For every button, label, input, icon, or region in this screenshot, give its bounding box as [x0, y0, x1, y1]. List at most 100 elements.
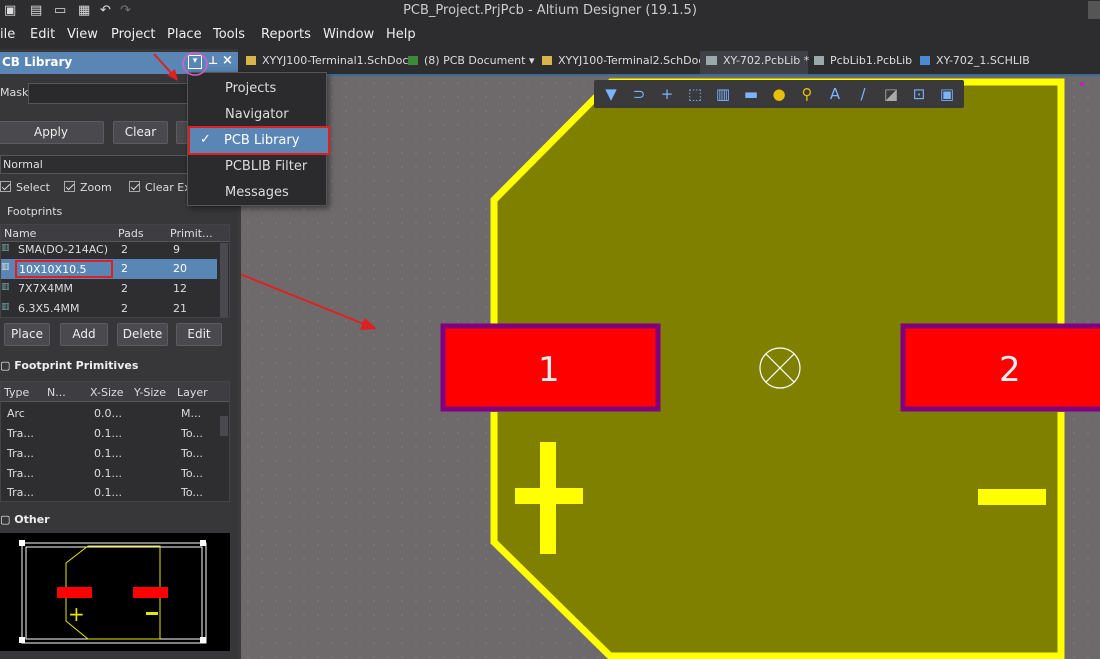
close-icon[interactable]: × [222, 53, 233, 68]
footprint-row[interactable]: ▥ SMA(DO-214AC) 2 9 [1, 240, 217, 260]
annotation-arrow [241, 273, 370, 327]
snapshot-icon[interactable]: ▣ [938, 85, 956, 103]
section-title: Footprint Primitives [14, 359, 139, 372]
add-button[interactable]: Add [60, 323, 108, 346]
menu-reports[interactable]: Reports [261, 27, 311, 42]
footprint-name: 7X7X4MM [18, 282, 74, 295]
annotation-overlay [153, 52, 208, 81]
menu-item-pcb-library[interactable]: ✓ PCB Library [188, 126, 330, 155]
apply-button[interactable]: Apply [0, 121, 104, 144]
schlib-icon [920, 56, 930, 65]
delete-button[interactable]: Delete [117, 323, 168, 346]
clear-existing-checkbox[interactable]: Clear Ex [129, 181, 187, 194]
tab-label: (8) PCB Document [424, 54, 526, 67]
primitive-row[interactable]: Tra... 0.1... To... [1, 424, 217, 444]
other-section[interactable]: ▢ Other [0, 513, 50, 526]
window-control[interactable] [1088, 1, 1100, 19]
checkbox-label: Zoom [80, 181, 112, 194]
tab-pcb-document[interactable]: (8) PCB Document ▾ [408, 54, 534, 67]
zoom-checkbox[interactable]: Zoom [64, 181, 112, 194]
tab-pcblib1[interactable]: PcbLib1.PcbLib [814, 54, 912, 67]
column-header[interactable]: Pads [118, 227, 144, 240]
column-header[interactable]: X-Size [90, 386, 124, 399]
menu-project[interactable]: Project [111, 27, 155, 42]
primitive-xsize: 0.1... [94, 467, 122, 480]
document-tabs: XYYJ100-Terminal1.SchDoc (8) PCB Documen… [238, 49, 1100, 76]
footprint-row[interactable]: ▥ 6.3X5.4MM 2 21 [1, 299, 217, 319]
preview-graphic: + [19, 540, 207, 644]
footprint-icon: ▥ [1, 243, 10, 253]
column-header[interactable]: Name [4, 227, 36, 240]
footprint-scrollbar[interactable] [220, 243, 228, 317]
primitive-row[interactable]: Tra... 0.1... To... [1, 483, 217, 503]
pcblib-icon [706, 56, 717, 65]
menu-view[interactable]: View [67, 27, 98, 42]
edit-button[interactable]: Edit [176, 323, 222, 346]
region-icon[interactable]: ◪ [882, 85, 900, 103]
primitive-layer: To... [181, 486, 203, 499]
pcbdoc-icon [408, 56, 418, 65]
footprint-preview[interactable]: + [0, 533, 230, 651]
schdoc-icon [246, 56, 256, 65]
crosshair-icon[interactable]: + [658, 85, 676, 103]
primitives-scrollbar[interactable] [220, 416, 228, 436]
primitive-layer: To... [181, 447, 203, 460]
tab-terminal2[interactable]: XYYJ100-Terminal2.SchDoc [542, 54, 704, 67]
menu-bar: ile Edit View Project Place Tools Report… [0, 22, 1100, 49]
mask-label: Mask [0, 86, 29, 99]
primitive-xsize: 0.1... [94, 447, 122, 460]
menu-item-navigator[interactable]: Navigator [189, 104, 326, 126]
pad-icon[interactable]: ● [770, 85, 788, 103]
primitive-row[interactable]: Arc 0.0... M... [1, 404, 217, 424]
footprint-icon: ▥ [1, 282, 10, 292]
filter-icon[interactable]: ▼ [602, 85, 620, 103]
primitive-row[interactable]: Tra... 0.1... To... [1, 444, 217, 464]
checkbox-label: Clear Ex [145, 181, 187, 194]
table-header: Type N... X-Size Y-Size Layer [1, 382, 229, 402]
component-icon[interactable]: ▬ [742, 85, 760, 103]
select-rect-icon[interactable]: ⬚ [686, 85, 704, 103]
tab-xy702-pcblib[interactable]: XY-702.PcbLib * [700, 51, 809, 74]
panels-dropdown: Projects Navigator ✓ PCB Library PCBLIB … [187, 72, 330, 206]
column-header[interactable]: Y-Size [134, 386, 166, 399]
footprint-pads: 2 [121, 243, 128, 256]
primitive-layer: M... [181, 407, 201, 420]
menu-window[interactable]: Window [323, 27, 374, 42]
column-header[interactable]: N... [47, 386, 66, 399]
menu-tools[interactable]: Tools [213, 27, 245, 42]
select-checkbox[interactable]: Select [0, 181, 50, 194]
tab-xy702-schlib[interactable]: XY-702_1.SCHLIB [920, 54, 1030, 67]
clear-button[interactable]: Clear [113, 121, 168, 144]
footprint-name: 6.3X5.4MM [18, 302, 80, 315]
footprint-pads: 2 [121, 282, 128, 295]
footprint-row[interactable]: ▥ 7X7X4MM 2 12 [1, 279, 217, 299]
line-icon[interactable]: / [854, 85, 872, 103]
dimension-icon[interactable]: ⊡ [910, 85, 928, 103]
primitive-xsize: 0.0... [94, 407, 122, 420]
column-header[interactable]: Primit... [170, 227, 213, 240]
column-header[interactable]: Type [4, 386, 29, 399]
footprint-table: Name Pads Primit... ▥ SMA(DO-214AC) 2 9 … [0, 224, 230, 318]
footprint-prims: 21 [173, 302, 187, 315]
menu-help[interactable]: Help [386, 27, 416, 42]
menu-file[interactable]: ile [0, 27, 15, 42]
pcb-canvas[interactable]: 1 2 [241, 76, 1100, 659]
align-icon[interactable]: ▥ [714, 85, 732, 103]
route-icon[interactable]: ⊃ [630, 85, 648, 103]
primitive-row[interactable]: Tra... 0.1... To... [1, 464, 217, 484]
place-button[interactable]: Place [4, 323, 50, 346]
footprint-row-selected[interactable]: ▥ 10X10X10.5 2 20 [1, 259, 217, 279]
footprint-icon: ▥ [1, 302, 10, 312]
tab-terminal1[interactable]: XYYJ100-Terminal1.SchDoc [246, 54, 408, 67]
footprints-label: Footprints [7, 205, 63, 218]
primitives-section[interactable]: ▢ Footprint Primitives [0, 359, 138, 372]
chevron-down-icon[interactable]: ▾ [529, 54, 535, 67]
menu-place[interactable]: Place [167, 27, 202, 42]
menu-item-messages[interactable]: Messages [189, 182, 326, 204]
text-icon[interactable]: A [826, 85, 844, 103]
menu-item-pcblib-filter[interactable]: PCBLIB Filter [189, 156, 326, 178]
menu-edit[interactable]: Edit [30, 27, 55, 42]
footprint-name: SMA(DO-214AC) [18, 243, 108, 256]
column-header[interactable]: Layer [177, 386, 208, 399]
via-icon[interactable]: ⚲ [798, 85, 816, 103]
